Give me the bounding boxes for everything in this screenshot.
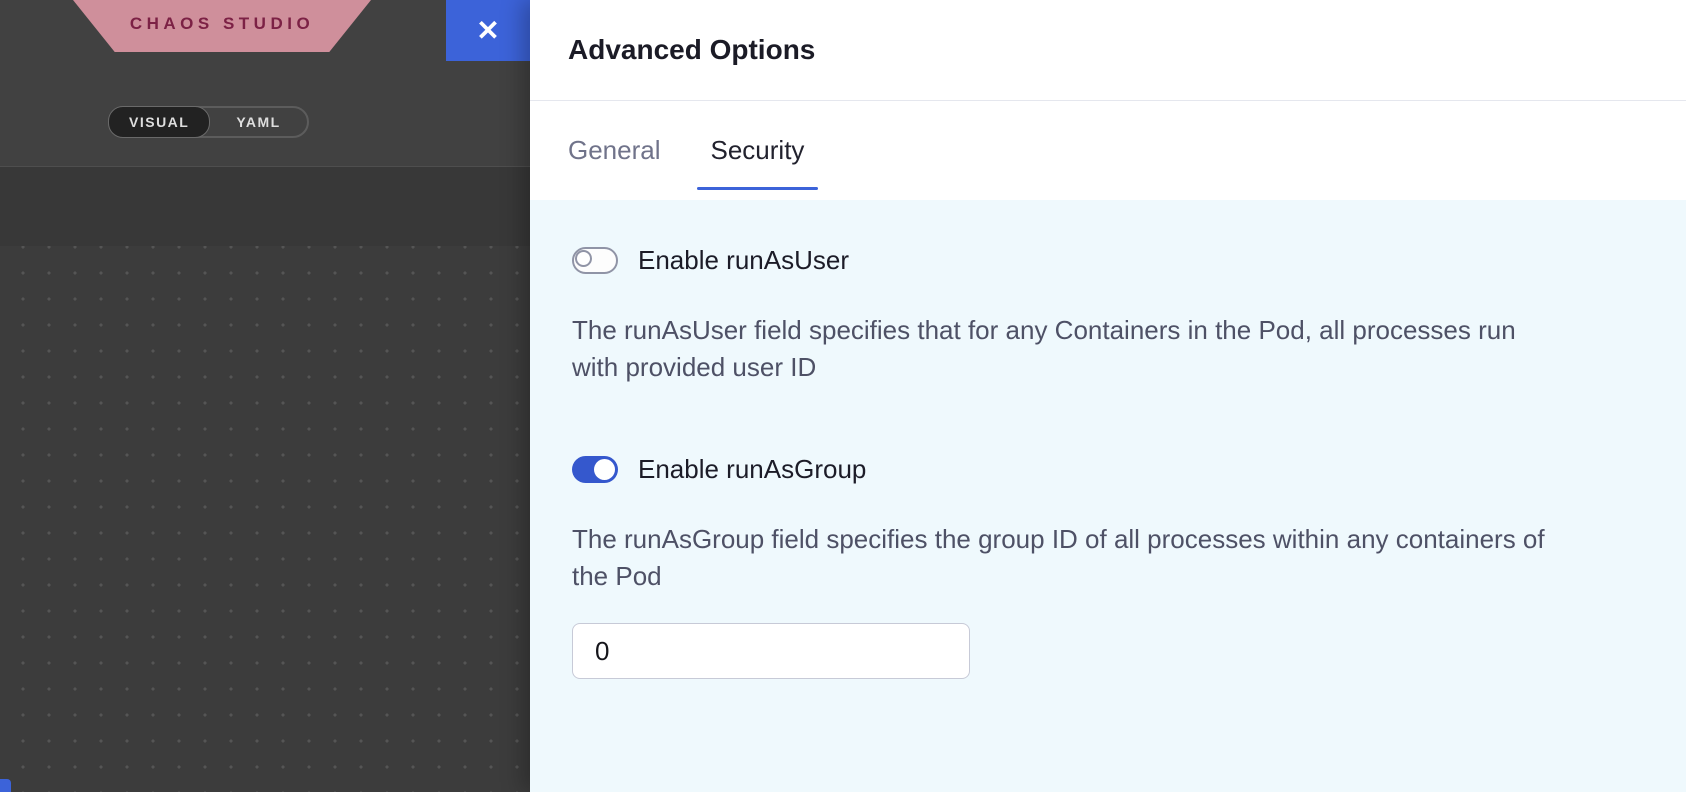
advanced-options-drawer: Advanced Options General Security Enable… bbox=[530, 0, 1686, 792]
run-as-group-input[interactable] bbox=[572, 623, 970, 679]
drawer-title: Advanced Options bbox=[568, 34, 815, 66]
run-as-user-row: Enable runAsUser bbox=[572, 245, 1646, 276]
close-drawer-button[interactable]: ✕ bbox=[446, 0, 530, 61]
close-icon: ✕ bbox=[476, 14, 499, 47]
canvas-corner-accent bbox=[0, 779, 11, 792]
canvas-subheader bbox=[0, 167, 530, 246]
tab-general[interactable]: General bbox=[568, 135, 661, 166]
chaos-studio-canvas: CHAOS STUDIO VISUAL YAML ✕ bbox=[0, 0, 530, 792]
run-as-group-description: The runAsGroup field specifies the group… bbox=[572, 521, 1552, 595]
toggle-knob bbox=[575, 250, 592, 267]
run-as-group-toggle[interactable] bbox=[572, 456, 618, 483]
run-as-user-description: The runAsUser field specifies that for a… bbox=[572, 312, 1552, 386]
visual-yaml-toggle: VISUAL YAML bbox=[108, 106, 309, 138]
visual-tab[interactable]: VISUAL bbox=[108, 106, 210, 138]
yaml-tab[interactable]: YAML bbox=[210, 108, 306, 136]
toggle-knob bbox=[594, 459, 615, 480]
chaos-studio-logo: CHAOS STUDIO bbox=[130, 14, 314, 38]
run-as-group-row: Enable runAsGroup bbox=[572, 454, 1646, 485]
canvas-header: CHAOS STUDIO VISUAL YAML ✕ bbox=[0, 0, 530, 167]
tab-security[interactable]: Security bbox=[711, 135, 805, 166]
drawer-tabs: General Security bbox=[530, 101, 1686, 200]
chaos-studio-logo-shape: CHAOS STUDIO bbox=[73, 0, 371, 52]
screen: CHAOS STUDIO VISUAL YAML ✕ Advanced Opti… bbox=[0, 0, 1686, 792]
experiment-dot-grid-canvas bbox=[0, 246, 530, 792]
run-as-user-label: Enable runAsUser bbox=[638, 245, 849, 276]
drawer-header: Advanced Options bbox=[530, 0, 1686, 101]
security-tab-panel: Enable runAsUser The runAsUser field spe… bbox=[530, 200, 1686, 792]
run-as-group-label: Enable runAsGroup bbox=[638, 454, 866, 485]
run-as-user-toggle[interactable] bbox=[572, 247, 618, 274]
